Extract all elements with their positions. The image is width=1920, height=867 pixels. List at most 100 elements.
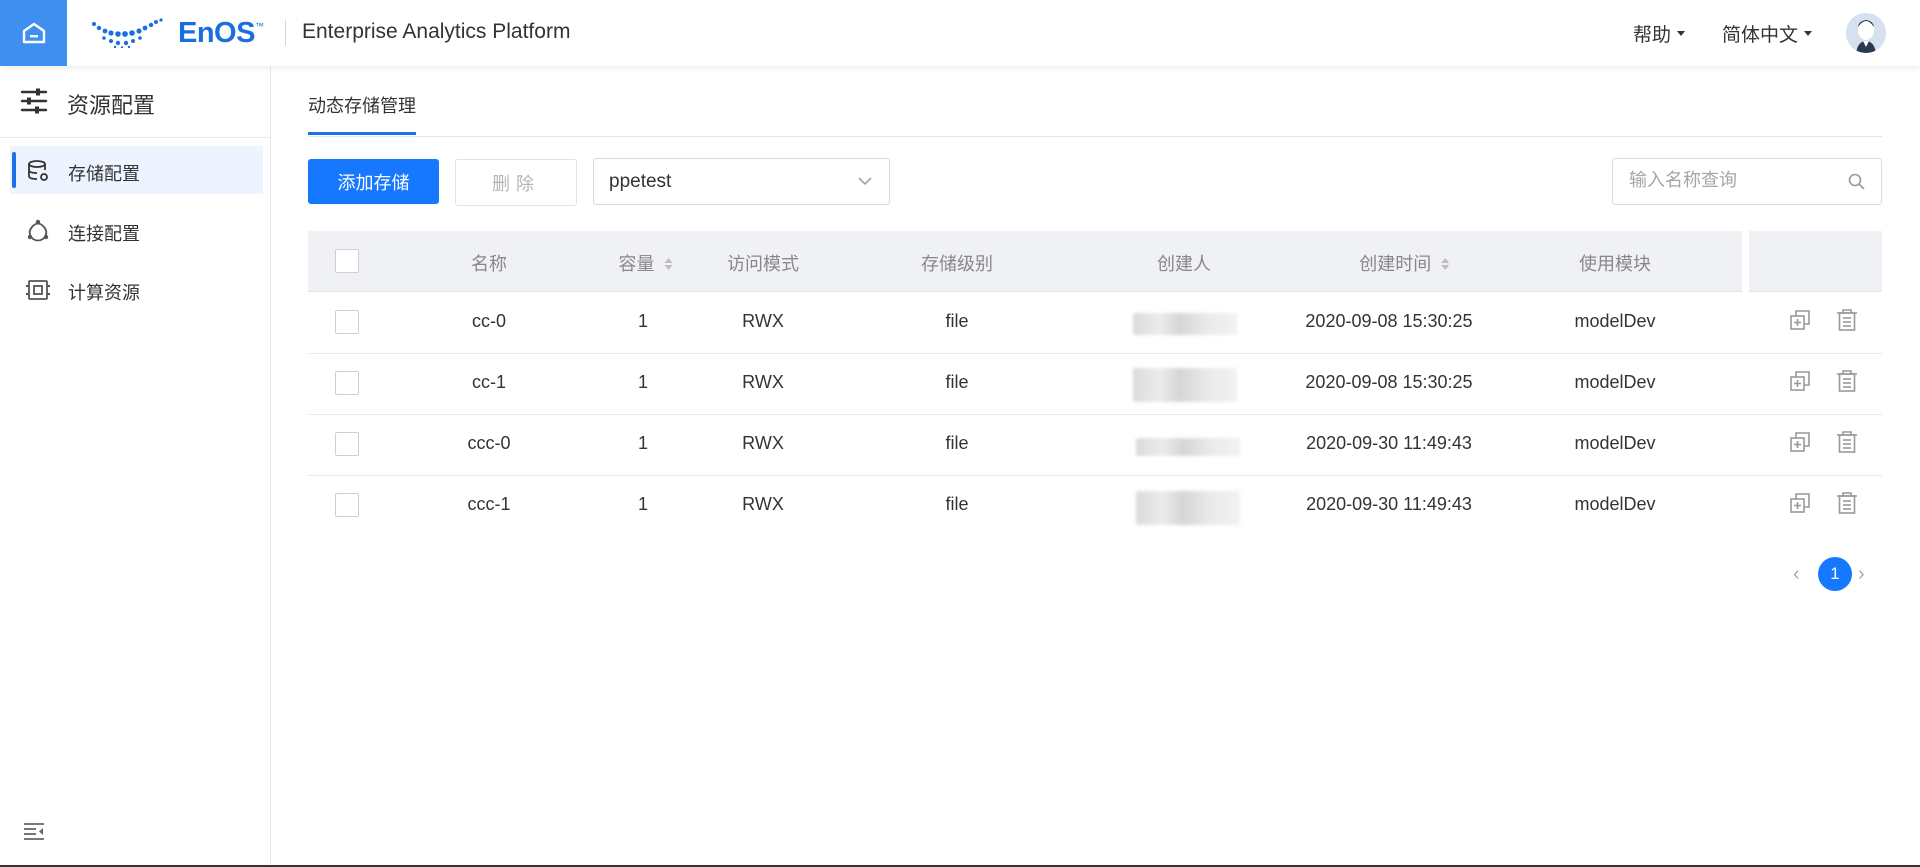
trash-icon[interactable] xyxy=(1835,491,1859,515)
cell-name: cc-1 xyxy=(471,372,507,392)
namespace-select-value: ppetest xyxy=(609,171,672,192)
search-box[interactable] xyxy=(1612,158,1882,205)
column-header-storage-level: 存储级别 xyxy=(921,254,993,274)
table-header: 名称 容量 访问模式 存储级别 创建人 创建时间 使用模块 xyxy=(308,231,1742,292)
header-divider xyxy=(285,20,286,46)
database-icon xyxy=(28,160,48,181)
chevron-down-icon xyxy=(858,177,872,186)
sidebar-item-connection-config[interactable]: 连接配置 xyxy=(10,206,263,254)
tab-bar: 动态存储管理 xyxy=(308,66,1882,137)
cell-access-mode: RWX xyxy=(742,494,784,514)
copy-icon[interactable] xyxy=(1788,369,1812,393)
sidebar-title: 资源配置 xyxy=(67,93,156,118)
cell-capacity: 1 xyxy=(637,433,649,453)
cell-creator-redacted xyxy=(1133,313,1237,335)
sidebar-item-compute-resources[interactable]: 计算资源 xyxy=(10,265,263,313)
cell-created-time: 2020-09-08 15:30:25 xyxy=(1305,372,1473,392)
collapse-menu-icon[interactable] xyxy=(22,821,46,841)
cell-module: modelDev xyxy=(1574,433,1656,453)
operations-header xyxy=(1749,231,1882,292)
cell-access-mode: RWX xyxy=(742,433,784,453)
cell-storage-level: file xyxy=(945,372,969,392)
cell-storage-level: file xyxy=(945,433,969,453)
language-label: 简体中文 xyxy=(1722,25,1799,46)
logo-dots-icon xyxy=(92,18,163,48)
caret-down-icon xyxy=(1677,31,1686,36)
user-avatar[interactable] xyxy=(1846,13,1886,53)
cpu-icon xyxy=(26,280,50,300)
cell-creator-redacted xyxy=(1136,438,1240,456)
search-input[interactable] xyxy=(1613,159,1849,202)
language-menu[interactable]: 简体中文 xyxy=(1722,20,1813,47)
sidebar: 资源配置 存储配置 连接配置 计算资源 xyxy=(0,66,271,867)
sidebar-header: 资源配置 xyxy=(0,66,270,138)
sidebar-item-label: 计算资源 xyxy=(68,283,140,303)
cell-creator-redacted xyxy=(1133,368,1237,402)
namespace-select[interactable]: ppetest xyxy=(593,158,890,205)
sidebar-item-label: 存储配置 xyxy=(68,164,140,184)
pagination-next-button[interactable]: › xyxy=(1858,563,1865,586)
copy-icon[interactable] xyxy=(1788,430,1812,454)
column-header-name: 名称 xyxy=(471,254,507,274)
row-checkbox[interactable] xyxy=(335,432,359,456)
top-bar: EnOS™ Enterprise Analytics Platform 帮助 简… xyxy=(0,0,1920,66)
cell-name: ccc-1 xyxy=(467,494,511,514)
logo-trademark: ™ xyxy=(254,20,264,31)
cell-capacity: 1 xyxy=(637,311,649,331)
cell-module: modelDev xyxy=(1574,494,1656,514)
trash-icon[interactable] xyxy=(1835,308,1859,332)
cell-access-mode: RWX xyxy=(742,372,784,392)
column-header-label: 创建时间 xyxy=(1359,254,1432,274)
table-row: ccc-1 1 RWX file 2020-09-30 11:49:43 mod… xyxy=(308,475,1882,536)
row-checkbox[interactable] xyxy=(335,310,359,334)
cell-storage-level: file xyxy=(945,311,969,331)
pagination-prev-button[interactable]: ‹ xyxy=(1793,563,1800,586)
tab-dynamic-storage[interactable]: 动态存储管理 xyxy=(308,92,416,135)
table-row: cc-1 1 RWX file 2020-09-08 15:30:25 mode… xyxy=(308,353,1882,415)
select-all-checkbox[interactable] xyxy=(335,249,359,273)
trash-icon[interactable] xyxy=(1835,430,1859,454)
cell-created-time: 2020-09-30 11:49:43 xyxy=(1306,433,1472,453)
avatar-icon xyxy=(1846,13,1886,53)
cell-name: ccc-0 xyxy=(467,433,511,453)
row-checkbox[interactable] xyxy=(335,371,359,395)
cell-created-time: 2020-09-08 15:30:25 xyxy=(1305,311,1473,331)
enos-logo[interactable]: EnOS™ xyxy=(90,14,264,52)
column-header-access-mode: 访问模式 xyxy=(727,254,799,274)
help-menu[interactable]: 帮助 xyxy=(1633,20,1686,47)
help-label: 帮助 xyxy=(1633,25,1672,46)
sort-icon[interactable] xyxy=(1441,258,1450,271)
sort-icon[interactable] xyxy=(664,258,673,271)
cell-module: modelDev xyxy=(1574,372,1656,392)
home-button[interactable] xyxy=(0,0,67,66)
table-row: cc-0 1 RWX file 2020-09-08 15:30:25 mode… xyxy=(308,292,1882,354)
column-header-creator: 创建人 xyxy=(1157,254,1211,274)
column-header-module: 使用模块 xyxy=(1579,254,1651,274)
cell-module: modelDev xyxy=(1574,311,1656,331)
add-storage-button[interactable]: 添加存储 xyxy=(308,159,439,204)
cell-capacity: 1 xyxy=(637,372,649,392)
caret-down-icon xyxy=(1804,31,1813,36)
sidebar-item-storage-config[interactable]: 存储配置 xyxy=(10,146,263,194)
row-checkbox[interactable] xyxy=(335,493,359,517)
cell-creator-redacted xyxy=(1136,491,1240,525)
column-header-capacity[interactable]: 容量 xyxy=(619,250,673,276)
cell-access-mode: RWX xyxy=(742,311,784,331)
logo-text: EnOS xyxy=(178,16,255,49)
column-header-created-time[interactable]: 创建时间 xyxy=(1359,250,1450,276)
connection-icon xyxy=(27,219,49,242)
cell-created-time: 2020-09-30 11:49:43 xyxy=(1306,494,1472,514)
copy-icon[interactable] xyxy=(1788,491,1812,515)
copy-icon[interactable] xyxy=(1788,308,1812,332)
sidebar-item-label: 连接配置 xyxy=(68,224,140,244)
cell-capacity: 1 xyxy=(637,494,649,514)
column-header-label: 容量 xyxy=(618,254,655,274)
pagination-page-1[interactable]: 1 xyxy=(1818,557,1852,591)
table-row: ccc-0 1 RWX file 2020-09-30 11:49:43 mod… xyxy=(308,414,1882,476)
delete-button[interactable]: 删除 xyxy=(455,159,577,206)
search-icon[interactable] xyxy=(1848,173,1865,190)
trash-icon[interactable] xyxy=(1835,369,1859,393)
cell-name: cc-0 xyxy=(471,311,507,331)
home-icon xyxy=(22,22,45,44)
platform-title: Enterprise Analytics Platform xyxy=(302,20,571,43)
